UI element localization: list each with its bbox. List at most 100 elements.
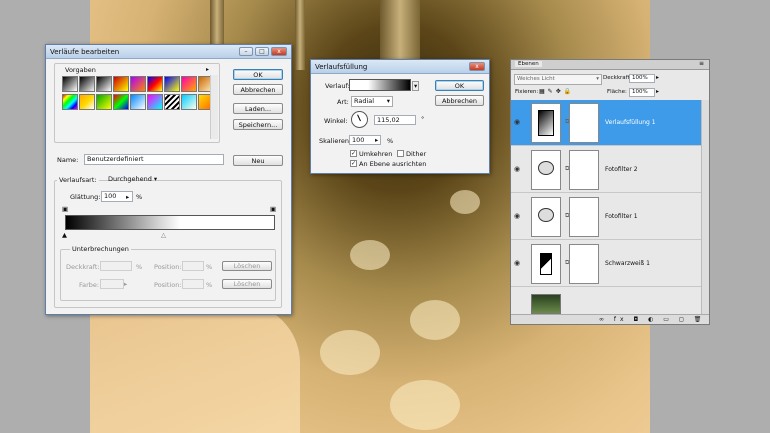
link-icon[interactable]: ⧉ — [565, 165, 569, 173]
lock-icons[interactable]: ▦✎✥🔒 — [539, 88, 574, 95]
smoothness-arrow-icon[interactable]: ▸ — [126, 193, 129, 201]
layer-mask-thumbnail[interactable] — [569, 102, 599, 143]
opacity-label: Deckkraft: — [603, 75, 632, 81]
panel-menu-icon[interactable]: ≡ — [699, 60, 704, 67]
visibility-eye-icon[interactable]: ◉ — [514, 259, 520, 267]
layer-mask-thumbnail[interactable] — [569, 149, 599, 190]
position-input-1[interactable] — [182, 261, 204, 271]
fill-arrow-icon[interactable]: ▸ — [656, 88, 659, 95]
scale-arrow-icon[interactable]: ▸ — [375, 136, 378, 144]
scale-unit: % — [387, 137, 394, 145]
gradient-preset-swatch[interactable] — [113, 94, 129, 110]
dropdown-arrow-icon: ▾ — [386, 97, 390, 105]
save-button[interactable]: Speichern... — [233, 119, 283, 130]
layer-mask-thumbnail[interactable] — [569, 243, 599, 284]
gradient-preset-swatch[interactable] — [181, 76, 197, 92]
color-arrow-icon[interactable]: ▸ — [124, 280, 127, 288]
visibility-eye-icon[interactable]: ◉ — [514, 118, 520, 126]
reverse-checkbox[interactable]: ✓ — [350, 150, 357, 157]
background-layer-row[interactable] — [511, 290, 701, 314]
gradient-preset-swatch[interactable] — [164, 94, 180, 110]
gradient-preset-swatch[interactable] — [181, 94, 197, 110]
gradient-preset-swatch[interactable] — [130, 76, 146, 92]
visibility-eye-icon[interactable]: ◉ — [514, 165, 520, 173]
presets-menu-icon[interactable]: ▸ — [206, 66, 209, 73]
layer-row[interactable]: ◉ ⧉ Fotofilter 2 — [511, 147, 701, 193]
delete-color-button[interactable]: Löschen — [222, 279, 272, 289]
gradient-dropdown-icon[interactable]: ▾ — [412, 81, 420, 91]
layer-mask-thumbnail[interactable] — [569, 196, 599, 237]
blend-mode-select[interactable]: Weiches Licht ▾ — [514, 74, 602, 85]
dither-checkbox[interactable] — [397, 150, 404, 157]
layer-list: ◉ ⧉ Verlaufsfüllung 1 ◉ ⧉ Fotofilter 2 ◉ ⧉ Fotof… — [511, 100, 701, 314]
panel-scrollbar[interactable] — [701, 100, 709, 314]
name-input[interactable]: Benutzerdefiniert — [84, 154, 224, 165]
flower-blob — [390, 380, 460, 430]
gradient-preview[interactable] — [349, 79, 411, 91]
layer-row[interactable]: ◉ ⧉ Verlaufsfüllung 1 — [511, 100, 701, 146]
position-unit-1: % — [206, 263, 213, 271]
scale-value: 100 — [352, 136, 365, 144]
opacity-input[interactable] — [100, 261, 132, 271]
layer-row[interactable]: ◉ ⧉ Schwarzweiß 1 — [511, 241, 701, 287]
background-layer-thumbnail — [531, 294, 561, 314]
opacity-stop-right-icon[interactable]: ▣ — [270, 205, 276, 213]
color-stop-mid-icon[interactable]: △ — [161, 231, 166, 239]
gradient-preset-swatch[interactable] — [113, 76, 129, 92]
ok-button[interactable]: OK — [435, 80, 484, 91]
load-button[interactable]: Laden... — [233, 103, 283, 114]
close-icon[interactable]: x — [271, 47, 287, 56]
opacity-stop-left-icon[interactable]: ▣ — [62, 205, 68, 213]
ok-button[interactable]: OK — [233, 69, 283, 80]
gradient-editor-titlebar: Verläufe bearbeiten – □ x — [46, 45, 291, 59]
angle-dial[interactable] — [351, 111, 368, 128]
style-select[interactable]: Radial ▾ — [351, 96, 393, 107]
close-icon[interactable]: x — [469, 62, 485, 71]
link-icon[interactable]: ⧉ — [565, 212, 569, 220]
position-input-2[interactable] — [182, 279, 204, 289]
cancel-button[interactable]: Abbrechen — [435, 95, 484, 106]
angle-unit: ° — [421, 115, 425, 123]
layer-row[interactable]: ◉ ⧉ Fotofilter 1 — [511, 194, 701, 240]
flower-blob — [320, 330, 380, 375]
footer-icons[interactable]: ∞ fx ◘ ◐ ▭ ◻ 🗑 — [599, 316, 705, 323]
gradient-preset-swatch[interactable] — [79, 76, 95, 92]
opacity-arrow-icon[interactable]: ▸ — [656, 74, 659, 81]
new-button[interactable]: Neu — [233, 155, 283, 166]
gradient-editor-title: Verläufe bearbeiten — [50, 47, 120, 56]
fill-input[interactable]: 100% — [629, 88, 655, 97]
layer-name: Fotofilter 2 — [605, 166, 638, 173]
presets-scrollbar[interactable] — [210, 75, 218, 139]
angle-input[interactable]: 115,02 — [374, 115, 416, 125]
visibility-eye-icon[interactable]: ◉ — [514, 212, 520, 220]
cancel-button[interactable]: Abbrechen — [233, 84, 283, 95]
gradient-preset-swatch[interactable] — [147, 76, 163, 92]
align-checkbox[interactable]: ✓ — [350, 160, 357, 167]
gradient-preset-swatch[interactable] — [62, 76, 78, 92]
gradient-preset-swatch[interactable] — [79, 94, 95, 110]
angle-label: Winkel: — [324, 117, 348, 125]
opacity-input[interactable]: 100% — [629, 74, 655, 83]
layers-tab[interactable]: Ebenen — [515, 61, 542, 67]
smoothness-value: 100 — [104, 192, 117, 200]
gradient-bar[interactable] — [65, 215, 275, 230]
gradient-type-select[interactable]: Durchgehend ▾ — [108, 175, 157, 184]
fence-post — [295, 0, 305, 70]
color-swatch[interactable] — [100, 279, 124, 289]
color-stop-left-icon[interactable]: ▲ — [62, 231, 67, 239]
gradient-preset-swatch[interactable] — [96, 76, 112, 92]
link-icon[interactable]: ⧉ — [565, 259, 569, 267]
minimize-icon[interactable]: – — [239, 47, 253, 56]
gradient-preset-swatch[interactable] — [96, 94, 112, 110]
delete-opacity-button[interactable]: Löschen — [222, 261, 272, 271]
gradient-preset-swatch[interactable] — [164, 76, 180, 92]
link-icon[interactable]: ⧉ — [565, 118, 569, 126]
gradient-preset-swatch[interactable] — [147, 94, 163, 110]
gradient-fill-dialog: Verlaufsfüllung x Verlauf: ▾ Art: Radial… — [310, 59, 490, 174]
layer-thumbnail — [531, 102, 561, 143]
layers-panel-header: Ebenen ≡ — [511, 60, 709, 70]
name-label: Name: — [57, 156, 79, 164]
gradient-preset-swatch[interactable] — [62, 94, 78, 110]
maximize-icon[interactable]: □ — [255, 47, 269, 56]
gradient-preset-swatch[interactable] — [130, 94, 146, 110]
